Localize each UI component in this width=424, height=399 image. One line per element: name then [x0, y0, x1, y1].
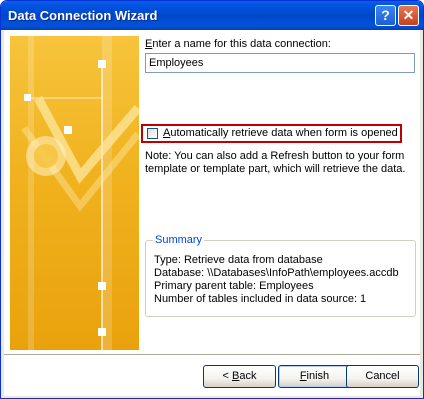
note-line-1: Note: You can also add a Refresh button …: [145, 150, 405, 162]
note-line-2: template or template part, which will re…: [145, 163, 406, 175]
connection-name-label: Enter a name for this data connection:: [145, 38, 331, 50]
summary-table-count: Number of tables included in data source…: [154, 293, 367, 305]
close-button[interactable]: ✕: [398, 5, 419, 26]
summary-database: Database: \\Databases\InfoPath\employees…: [154, 267, 399, 279]
summary-title: Summary: [153, 234, 205, 246]
wizard-content: Enter a name for this data connection: A…: [4, 30, 420, 396]
title-bar[interactable]: Data Connection Wizard ? ✕: [1, 1, 423, 30]
auto-retrieve-checkbox[interactable]: [147, 128, 158, 139]
summary-parent-table: Primary parent table: Employees: [154, 280, 314, 292]
auto-retrieve-highlight: Automatically retrieve data when form is…: [141, 124, 402, 143]
dialog-window: Data Connection Wizard ? ✕ Enter a name …: [0, 0, 424, 399]
back-button[interactable]: < Back: [203, 365, 276, 388]
finish-button[interactable]: Finish: [278, 365, 351, 388]
art-decoration: [21, 60, 139, 350]
window-title: Data Connection Wizard: [8, 8, 158, 23]
button-separator: [4, 354, 420, 356]
cancel-button[interactable]: Cancel: [346, 365, 419, 388]
help-button[interactable]: ?: [375, 5, 396, 26]
connection-name-input[interactable]: [145, 53, 415, 73]
auto-retrieve-label[interactable]: Automatically retrieve data when form is…: [163, 127, 398, 139]
summary-type: Type: Retrieve data from database: [154, 254, 323, 266]
wizard-side-art: [10, 36, 139, 350]
